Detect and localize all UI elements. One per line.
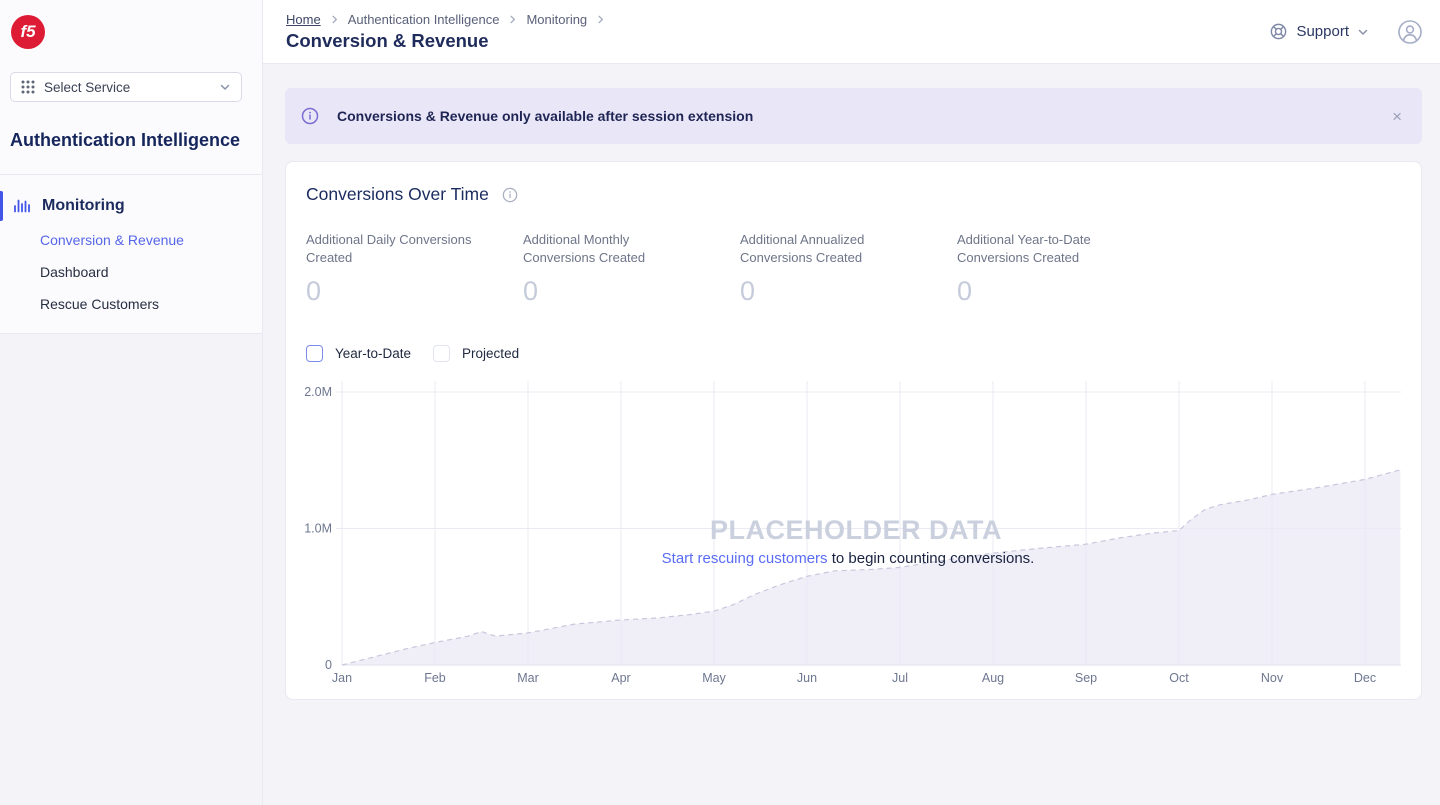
page-title: Conversion & Revenue: [286, 30, 606, 52]
conversions-chart: Jan Feb Mar Apr May Jun Jul Aug Sep Oct Nov Dec 0 1.0…: [286, 378, 1401, 688]
sidebar: f5 Select Service Authentication Intelli…: [0, 0, 263, 805]
stat-value: 0: [523, 276, 740, 307]
projected-checkbox[interactable]: [433, 345, 450, 362]
chevron-right-icon: [507, 14, 518, 25]
breadcrumb-home[interactable]: Home: [286, 12, 321, 27]
svg-text:Aug: Aug: [982, 671, 1004, 685]
stat-daily-conversions: Additional Daily Conversions Created 0: [306, 231, 523, 307]
sidebar-section-label: Monitoring: [42, 197, 125, 215]
svg-text:Mar: Mar: [517, 671, 539, 685]
sidebar-nav: Monitoring Conversion & Revenue Dashboar…: [0, 175, 262, 320]
stat-label: Additional Monthly Conversions Created: [523, 231, 695, 267]
stat-monthly-conversions: Additional Monthly Conversions Created 0: [523, 231, 740, 307]
svg-text:2.0M: 2.0M: [304, 385, 332, 399]
chart-cta: Start rescuing customers to begin counti…: [662, 550, 1035, 567]
sidebar-section-monitoring[interactable]: Monitoring: [0, 188, 262, 224]
chevron-down-icon: [1357, 26, 1369, 38]
svg-text:Apr: Apr: [611, 671, 630, 685]
stats-row: Additional Daily Conversions Created 0 A…: [306, 231, 1401, 307]
stat-value: 0: [306, 276, 523, 307]
banner-text: Conversions & Revenue only available aft…: [337, 108, 753, 124]
header-left: Home Authentication Intelligence Monitor…: [286, 12, 606, 52]
sidebar-lower-area: [0, 333, 262, 805]
breadcrumb: Home Authentication Intelligence Monitor…: [286, 12, 606, 27]
chevron-right-icon: [595, 14, 606, 25]
f5-logo-text: f5: [20, 22, 35, 42]
sidebar-item-dashboard[interactable]: Dashboard: [0, 256, 262, 288]
lifebuoy-icon: [1269, 22, 1288, 41]
start-rescuing-customers-link[interactable]: Start rescuing customers: [662, 550, 828, 567]
svg-text:Sep: Sep: [1075, 671, 1097, 685]
conversions-over-time-card: Conversions Over Time Additional Daily C…: [285, 161, 1422, 700]
sidebar-item-conversion-revenue[interactable]: Conversion & Revenue: [0, 224, 262, 256]
breadcrumb-authentication-intelligence[interactable]: Authentication Intelligence: [348, 12, 500, 27]
stat-ytd-conversions: Additional Year-to-Date Conversions Crea…: [957, 231, 1174, 307]
projected-filter: Projected: [433, 345, 519, 362]
info-banner: Conversions & Revenue only available aft…: [285, 88, 1422, 144]
sidebar-item-rescue-customers[interactable]: Rescue Customers: [0, 288, 262, 320]
top-header: Home Authentication Intelligence Monitor…: [263, 0, 1440, 64]
svg-text:Nov: Nov: [1261, 671, 1284, 685]
svg-text:Jan: Jan: [332, 671, 352, 685]
svg-text:Oct: Oct: [1169, 671, 1189, 685]
header-right: Support: [1269, 19, 1423, 45]
page-content: Conversions & Revenue only available aft…: [263, 64, 1440, 700]
chevron-down-icon: [219, 81, 231, 93]
support-menu-button[interactable]: Support: [1269, 22, 1369, 41]
user-avatar-button[interactable]: [1397, 19, 1423, 45]
stat-value: 0: [957, 276, 1174, 307]
chart-filters: Year-to-Date Projected: [306, 345, 1401, 362]
svg-text:May: May: [702, 671, 726, 685]
stat-value: 0: [740, 276, 957, 307]
svg-text:Feb: Feb: [424, 671, 446, 685]
grid-icon: [21, 80, 35, 94]
stat-label: Additional Annualized Conversions Create…: [740, 231, 912, 267]
active-section-indicator: [0, 191, 3, 221]
year-to-date-label: Year-to-Date: [335, 346, 411, 361]
sidebar-app-title: Authentication Intelligence: [10, 127, 252, 153]
svg-text:Jun: Jun: [797, 671, 817, 685]
f5-logo: f5: [11, 15, 45, 49]
select-service-dropdown[interactable]: Select Service: [10, 72, 242, 102]
support-label: Support: [1296, 23, 1349, 40]
close-icon[interactable]: ×: [1388, 104, 1406, 129]
card-header: Conversions Over Time: [306, 184, 1401, 205]
stat-annualized-conversions: Additional Annualized Conversions Create…: [740, 231, 957, 307]
year-to-date-checkbox[interactable]: [306, 345, 323, 362]
card-title: Conversions Over Time: [306, 184, 489, 205]
placeholder-watermark: PLACEHOLDER DATA: [710, 515, 1002, 546]
svg-text:1.0M: 1.0M: [304, 522, 332, 536]
main-area: Home Authentication Intelligence Monitor…: [263, 0, 1440, 805]
stat-label: Additional Year-to-Date Conversions Crea…: [957, 231, 1129, 267]
year-to-date-filter: Year-to-Date: [306, 345, 411, 362]
chart-cta-text: to begin counting conversions.: [828, 550, 1035, 567]
bar-chart-icon: [12, 196, 32, 216]
chevron-right-icon: [329, 14, 340, 25]
stat-label: Additional Daily Conversions Created: [306, 231, 478, 267]
user-avatar-icon: [1397, 19, 1423, 45]
svg-text:0: 0: [325, 658, 332, 672]
info-icon: [301, 107, 319, 125]
svg-text:Dec: Dec: [1354, 671, 1376, 685]
breadcrumb-monitoring[interactable]: Monitoring: [526, 12, 587, 27]
app-root: f5 Select Service Authentication Intelli…: [0, 0, 1440, 805]
projected-label: Projected: [462, 346, 519, 361]
info-icon[interactable]: [502, 187, 518, 203]
select-service-label: Select Service: [44, 80, 130, 95]
svg-text:Jul: Jul: [892, 671, 908, 685]
